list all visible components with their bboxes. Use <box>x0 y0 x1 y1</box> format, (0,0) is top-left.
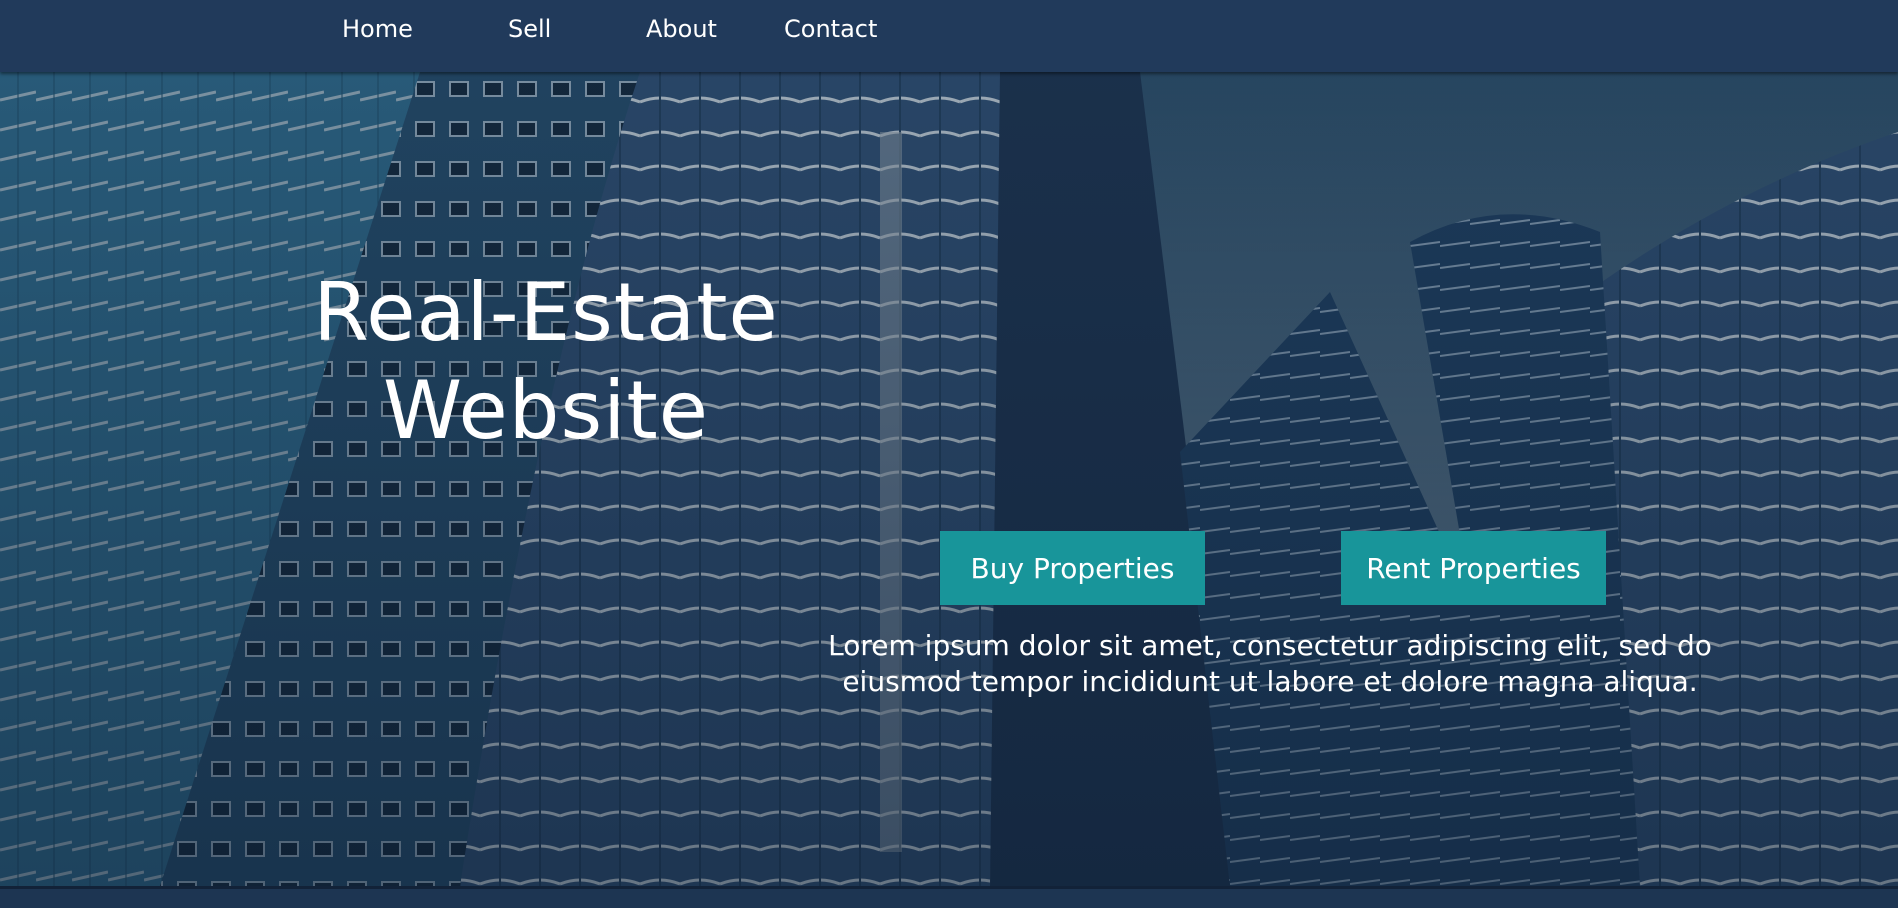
buy-properties-button[interactable]: Buy Properties <box>940 531 1205 605</box>
nav-sell-link[interactable]: Sell <box>508 15 551 43</box>
nav-home-link[interactable]: Home <box>342 15 413 43</box>
nav-about-link[interactable]: About <box>646 15 717 43</box>
top-navbar: Home Sell About Contact <box>0 0 1898 72</box>
nav-contact-link[interactable]: Contact <box>784 15 877 43</box>
skyscrapers-background-image <box>0 72 1898 886</box>
hero-description: Lorem ipsum dolor sit amet, consectetur … <box>828 629 1712 698</box>
hero-title: Real-Estate Website <box>313 266 779 457</box>
rent-properties-button[interactable]: Rent Properties <box>1341 531 1606 605</box>
hero-section: Real-Estate Website Buy Properties Rent … <box>0 72 1898 886</box>
